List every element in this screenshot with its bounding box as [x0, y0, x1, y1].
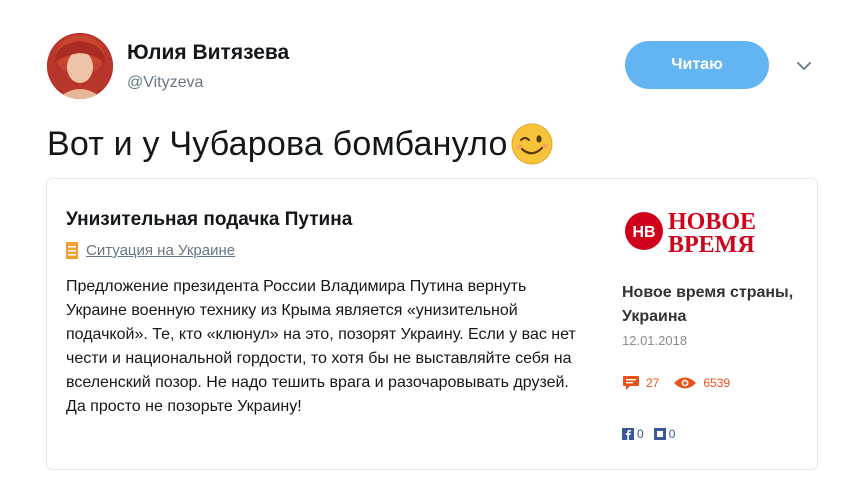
avatar[interactable] — [47, 33, 113, 99]
tweet-text-content: Вот и у Чубарова бомбануло — [47, 124, 508, 163]
logo-badge: НВ — [632, 224, 655, 241]
stats-row: 27 6539 — [622, 375, 744, 391]
chevron-down-icon[interactable] — [794, 56, 814, 76]
category-label[interactable]: Ситуация на Украине — [86, 242, 235, 259]
view-count: 6539 — [703, 376, 731, 390]
source-name: Новое время страны, Украина — [622, 284, 794, 325]
comment-count: 27 — [646, 376, 660, 390]
comment-icon — [623, 376, 639, 390]
document-icon — [66, 242, 78, 259]
other-share-count: 0 — [668, 427, 676, 441]
eye-icon — [674, 377, 697, 389]
follow-button[interactable]: Читаю — [625, 41, 769, 89]
facebook-icon[interactable] — [622, 428, 634, 440]
winking-face-icon — [511, 123, 553, 165]
link-card[interactable]: Унизительная подачка Путина Ситуация на … — [46, 178, 818, 470]
card-body: Предложение президента России Владимира … — [66, 278, 576, 415]
share-icon[interactable] — [653, 428, 666, 440]
shares-row: 0 0 — [622, 427, 685, 441]
source-date: 12.01.2018 — [622, 333, 688, 348]
tweet-text: Вот и у Чубарова бомбануло — [47, 122, 554, 166]
facebook-share-count: 0 — [637, 427, 644, 441]
logo-line2: ВРЕМЯ — [668, 232, 755, 255]
source-logo: НВ НОВОЕ ВРЕМЯ — [625, 209, 756, 255]
card-title[interactable]: Унизительная подачка Путина — [66, 209, 352, 231]
author-name[interactable]: Юлия Витязева — [127, 41, 289, 65]
category-link[interactable]: Ситуация на Украине — [66, 242, 235, 259]
author-handle[interactable]: @Vityzeva — [127, 74, 203, 92]
